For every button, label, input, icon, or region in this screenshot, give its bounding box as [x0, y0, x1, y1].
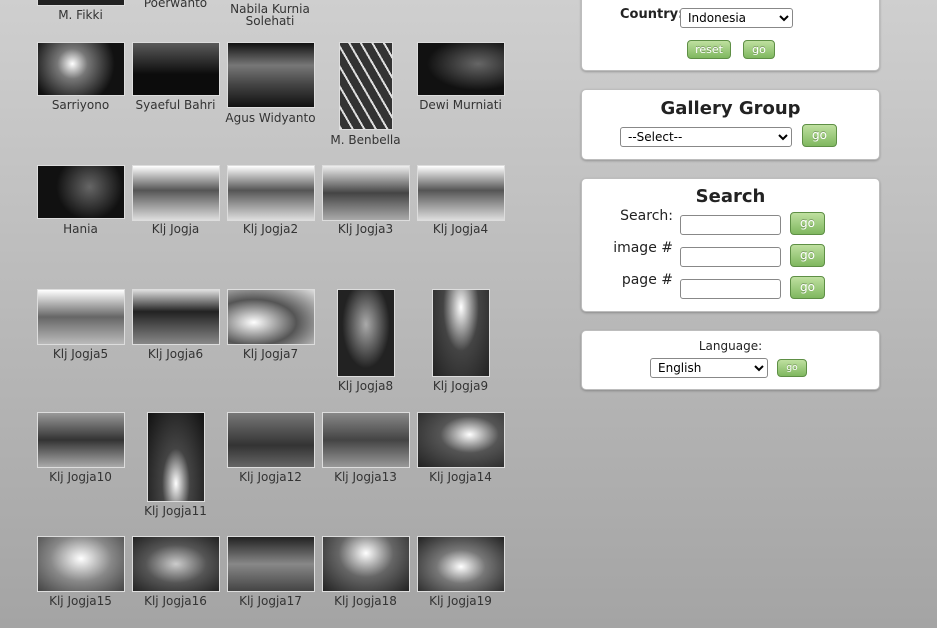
thumbnail-image[interactable]: [131, 165, 220, 221]
thumbnail-image[interactable]: [226, 289, 315, 345]
search-title: Search: [695, 186, 766, 207]
thumbnail-image[interactable]: [36, 412, 125, 468]
thumbnail-image[interactable]: [226, 536, 315, 592]
gallery-group-select[interactable]: --Select--: [620, 127, 792, 147]
thumbnail-image[interactable]: [226, 412, 315, 468]
gallery-item[interactable]: Klj Jogja10: [33, 412, 128, 512]
reset-button[interactable]: reset: [687, 40, 731, 59]
gallery-caption: Klj Jogja11: [144, 504, 207, 518]
thumbnail-image[interactable]: [416, 536, 505, 592]
gallery-caption: M. Fikki: [58, 8, 103, 22]
thumbnail-image[interactable]: [131, 42, 220, 96]
gallery-item[interactable]: Klj Jogja9: [413, 289, 508, 399]
language-label: Language:: [698, 339, 763, 353]
gallery-item[interactable]: Klj Jogja12: [223, 412, 318, 512]
language-select[interactable]: English: [650, 358, 768, 378]
thumbnail-image[interactable]: [321, 536, 410, 592]
gallery-caption: Klj Jogja9: [432, 379, 489, 393]
gallery-item[interactable]: Klj Jogja15: [33, 536, 128, 616]
language-panel: Language: English go: [581, 330, 880, 390]
gallery-item[interactable]: Syaeful Bahri: [128, 42, 223, 142]
image-number-label: image #: [613, 240, 673, 256]
gallery-item[interactable]: Agus Widyanto: [223, 42, 318, 142]
gallery-group-title: Gallery Group: [660, 98, 801, 119]
gallery-item[interactable]: Klj Jogja7: [223, 289, 318, 389]
thumbnail-image[interactable]: [321, 412, 410, 468]
thumbnail-image[interactable]: [338, 42, 393, 130]
gallery-caption: Dewi Murniati: [419, 98, 502, 112]
thumbnail-image[interactable]: [131, 289, 220, 345]
thumbnail-image[interactable]: [36, 42, 125, 96]
gallery-item[interactable]: Hania: [33, 165, 128, 255]
gallery-caption: Klj Jogja14: [429, 470, 492, 484]
search-panel: Search Search: go image # go page # go: [581, 178, 880, 312]
gallery-item[interactable]: Sarriyono: [33, 42, 128, 142]
thumbnail-image[interactable]: [226, 42, 315, 108]
page-number-label: page #: [621, 272, 673, 288]
image-number-input[interactable]: [680, 247, 781, 267]
gallery-item[interactable]: Klj Jogja: [128, 165, 223, 255]
thumbnail-image[interactable]: [36, 289, 125, 345]
gallery-item[interactable]: Klj Jogja5: [33, 289, 128, 389]
gallery-group-panel: Gallery Group --Select-- go: [581, 89, 880, 160]
gallery-caption: Agus Widyanto: [225, 111, 316, 125]
gallery-item[interactable]: Klj Jogja16: [128, 536, 223, 616]
language-go-button[interactable]: go: [777, 359, 807, 377]
gallery-item[interactable]: M. Benbella: [318, 42, 413, 152]
country-go-button[interactable]: go: [743, 40, 775, 59]
gallery-item[interactable]: Klj Jogja6: [128, 289, 223, 389]
thumbnail-image[interactable]: [36, 0, 125, 6]
gallery-caption: M. Benbella: [330, 133, 401, 147]
country-label: Country:: [620, 7, 684, 22]
image-go-button[interactable]: go: [790, 244, 825, 267]
search-go-button[interactable]: go: [790, 212, 825, 235]
page-go-button[interactable]: go: [790, 276, 825, 299]
thumbnail-image[interactable]: [416, 165, 505, 221]
gallery-item[interactable]: Klj Jogja2: [223, 165, 318, 255]
thumbnail-image[interactable]: [36, 536, 125, 592]
gallery-item[interactable]: Klj Jogja11: [128, 412, 223, 522]
gallery-item[interactable]: Klj Jogja13: [318, 412, 413, 512]
gallery-item[interactable]: Klj Jogja17: [223, 536, 318, 616]
thumbnail-image[interactable]: [131, 536, 220, 592]
thumbnail-image[interactable]: [36, 165, 125, 219]
gallery-item[interactable]: Klj Jogja8: [318, 289, 413, 399]
gallery-caption: Klj Jogja7: [242, 347, 299, 361]
search-input[interactable]: [680, 215, 781, 235]
gallery-item[interactable]: M. Fikki: [33, 0, 128, 24]
gallery-item[interactable]: Nabila Kurnia Solehati: [223, 0, 318, 27]
thumbnail-image[interactable]: [431, 289, 490, 377]
thumbnail-image[interactable]: [226, 165, 315, 221]
gallery-item[interactable]: Klj Jogja3: [318, 165, 413, 255]
gallery-caption: Klj Jogja10: [49, 470, 112, 484]
thumbnail-image[interactable]: [416, 42, 505, 96]
gallery-item[interactable]: Klj Jogja4: [413, 165, 508, 255]
thumbnail-image[interactable]: [146, 412, 205, 502]
country-select[interactable]: Indonesia: [680, 8, 793, 28]
gallery-item[interactable]: Klj Jogja19: [413, 536, 508, 616]
gallery-caption: Nabila Kurnia Solehati: [230, 2, 310, 28]
gallery-caption: Klj Jogja4: [432, 222, 489, 236]
thumbnail-image[interactable]: [321, 165, 410, 221]
search-label: Search:: [620, 208, 673, 224]
gallery-caption: Syaeful Bahri: [135, 98, 216, 112]
gallery-item[interactable]: Dewi Murniati: [413, 42, 508, 142]
page-number-input[interactable]: [680, 279, 781, 299]
thumbnail-image[interactable]: [336, 289, 395, 377]
thumbnail-image[interactable]: [416, 412, 505, 468]
gallery-item[interactable]: Klj Jogja18: [318, 536, 413, 616]
gallery-caption: Klj Jogja19: [429, 594, 492, 608]
country-panel: Country: Indonesia reset go: [581, 0, 880, 71]
gallery-group-go-button[interactable]: go: [802, 124, 837, 147]
gallery-item[interactable]: Klj Jogja14: [413, 412, 508, 512]
